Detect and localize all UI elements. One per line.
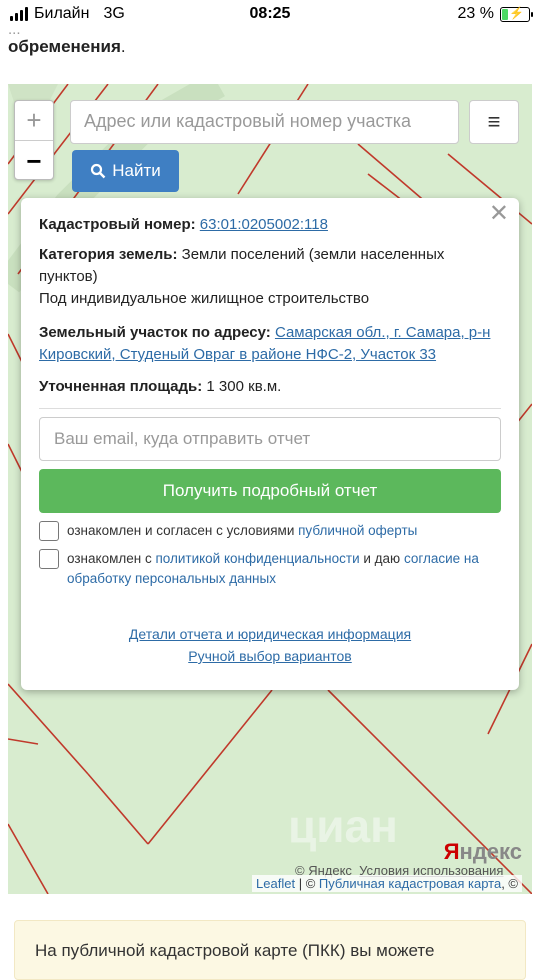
popup-footer-links: Детали отчета и юридическая информация Р… [39,623,501,667]
get-report-button[interactable]: Получить подробный отчет [39,469,501,513]
category-label: Категория земель: [39,246,178,263]
zoom-out-button[interactable]: − [15,141,53,181]
zoom-in-button[interactable]: + [15,101,53,141]
search-icon [91,163,106,179]
info-box: На публичной кадастровой карте (ПКК) вы … [14,920,526,980]
privacy-consent: ознакомлен с политикой конфиденциальност… [39,549,501,589]
privacy-policy-link[interactable]: политикой конфиденциальности [155,551,359,566]
consent2-mid: и даю [359,551,404,566]
divider [39,408,501,409]
hamburger-icon: ≡ [487,109,501,134]
map-attribution: Leaflet | © Публичная кадастровая карта,… [252,875,522,892]
offer-link[interactable]: публичной оферты [298,523,417,538]
cadastre-number-link[interactable]: 63:01:0205002:118 [200,216,328,233]
cian-watermark: циан [288,800,398,852]
area-value: 1 300 кв.м. [206,378,282,395]
battery-icon: ⚡ [500,6,533,22]
cadastre-row: Кадастровый номер: 63:01:0205002:118 [39,214,501,236]
offer-checkbox[interactable] [39,521,59,541]
battery-percent: 23 % [457,5,494,22]
close-icon[interactable]: ✕ [489,202,509,226]
status-bar: Билайн 3G 08:25 23 % ⚡ [0,0,540,28]
article-text: ... обременения. [8,24,532,58]
find-button[interactable]: Найти [72,150,179,192]
leaflet-link[interactable]: Leaflet [256,876,295,891]
attribution-tail: , © [501,876,518,891]
parcel-popup: ✕ Кадастровый номер: 63:01:0205002:118 К… [21,198,519,690]
usage-text: Под индивидуальное жилищное строительств… [39,290,370,307]
address-row: Земельный участок по адресу: Самарская о… [39,322,501,366]
address-label: Земельный участок по адресу: [39,324,271,341]
area-label: Уточненная площадь: [39,378,203,395]
consent2-text: ознакомлен с [67,551,156,566]
find-label: Найти [112,161,161,180]
manual-selection-link[interactable]: Ручной выбор вариантов [188,645,352,667]
consent1-text: ознакомлен и согласен с условиями [67,523,299,538]
category-row: Категория земель: Земли поселений (земли… [39,244,501,288]
period: . [120,37,126,56]
details-link[interactable]: Детали отчета и юридическая информация [129,623,411,645]
privacy-checkbox[interactable] [39,549,59,569]
email-field[interactable]: Ваш email, куда отправить отчет [39,417,501,461]
pkk-link[interactable]: Публичная кадастровая карта [319,876,501,891]
privacy-consent-text: ознакомлен с политикой конфиденциальност… [67,549,501,589]
attribution-sep: | © [295,876,319,891]
address-search-input[interactable]: Адрес или кадастровый номер участка [70,100,459,144]
info-text: На публичной кадастровой карте (ПКК) вы … [35,941,435,960]
offer-consent-text: ознакомлен и согласен с условиями публич… [67,521,417,541]
offer-consent: ознакомлен и согласен с условиями публич… [39,521,501,541]
area-row: Уточненная площадь: 1 300 кв.м. [39,376,501,398]
menu-button[interactable]: ≡ [469,100,519,144]
bold-word: обременения [8,37,121,56]
zoom-control: + − [14,100,54,180]
cadastre-label: Кадастровый номер: [39,216,196,233]
yandex-logo: Яндекс [443,839,522,864]
